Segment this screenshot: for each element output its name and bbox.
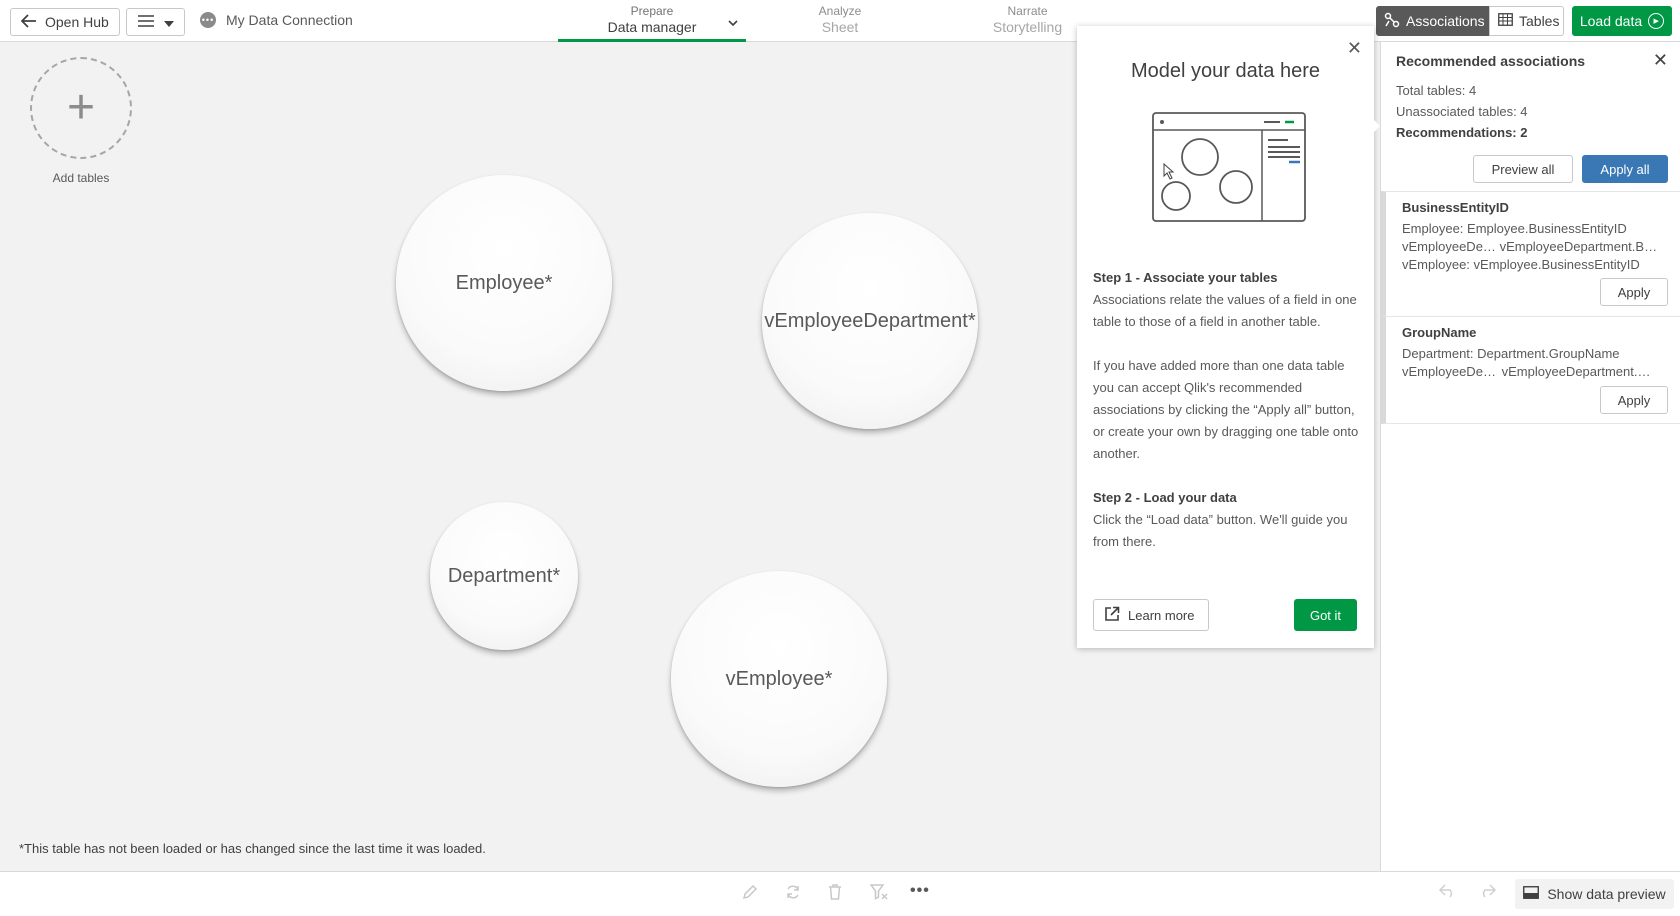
- step1-text: Associations relate the values of a fiel…: [1093, 292, 1357, 329]
- step1-text-extra: If you have added more than one data tab…: [1093, 358, 1359, 461]
- chevron-down-icon[interactable]: [728, 16, 738, 30]
- field-table: Employee:: [1402, 221, 1464, 236]
- field-name: Department.GroupName: [1477, 346, 1620, 361]
- external-link-icon: [1104, 606, 1120, 625]
- field-table: vEmployee:: [1402, 257, 1470, 272]
- tab-prepare-label: Data manager: [607, 19, 697, 35]
- popup-title: Model your data here: [1130, 60, 1320, 82]
- tab-narrate-section: Narrate: [1007, 4, 1048, 18]
- open-hub-label: Open Hub: [45, 14, 109, 30]
- plus-icon: +: [66, 81, 96, 134]
- apply-button[interactable]: Apply: [1600, 386, 1668, 414]
- show-data-preview-label: Show data preview: [1547, 886, 1666, 902]
- more-options-icon[interactable]: •••: [910, 882, 930, 900]
- popup-pointer: [1370, 116, 1380, 136]
- tab-analyze[interactable]: Analyze Sheet: [790, 0, 890, 42]
- recommendation-field: Employee: Employee.BusinessEntityID: [1402, 221, 1668, 236]
- tab-narrate-label: Storytelling: [992, 19, 1063, 35]
- add-tables-label: Add tables: [52, 171, 110, 185]
- tab-analyze-section: Analyze: [818, 4, 862, 18]
- learn-more-label: Learn more: [1128, 607, 1195, 623]
- preview-all-button[interactable]: Preview all: [1473, 155, 1573, 183]
- step2-text: Click the “Load data” button. We'll guid…: [1093, 512, 1348, 549]
- undo-icon[interactable]: [1438, 884, 1457, 903]
- learn-more-button[interactable]: Learn more: [1093, 599, 1209, 631]
- filter-clear-icon[interactable]: [869, 884, 888, 905]
- onboarding-popup: ✕ Model your data here Step 1 - Associat…: [1077, 26, 1374, 648]
- apply-button[interactable]: Apply: [1600, 278, 1668, 306]
- table-bubble-label: Department*: [447, 564, 561, 587]
- total-tables-stat: Total tables: 4: [1396, 83, 1477, 98]
- model-illustration: [1152, 112, 1308, 229]
- table-bubble-label: vEmployeeDepartment*: [764, 309, 976, 332]
- tab-analyze-label: Sheet: [821, 19, 859, 35]
- got-it-button[interactable]: Got it: [1294, 599, 1357, 631]
- associations-label: Associations: [1406, 13, 1485, 29]
- play-icon: ▶: [1648, 13, 1665, 29]
- recommendation-field: Department: Department.GroupName: [1402, 346, 1668, 361]
- tab-narrate[interactable]: Narrate Storytelling: [965, 0, 1090, 42]
- global-menu-button[interactable]: [126, 8, 185, 36]
- recommendation-name: BusinessEntityID: [1402, 200, 1509, 215]
- recommendation-item[interactable]: BusinessEntityID Employee: Employee.Busi…: [1381, 191, 1680, 316]
- connection-name: My Data Connection: [226, 12, 353, 28]
- table-bubble-vemployee[interactable]: vEmployee*: [671, 571, 887, 787]
- load-data-label: Load data: [1579, 13, 1643, 29]
- recommended-associations-panel: Recommended associations ✕ Total tables:…: [1380, 42, 1680, 871]
- panel-title: Recommended associations: [1396, 53, 1586, 69]
- recommendations-stat: Recommendations: 2: [1396, 125, 1528, 140]
- tab-prepare-section: Prepare: [630, 4, 674, 18]
- field-name: vEmployeeDepartment.B…: [1499, 239, 1658, 254]
- close-icon[interactable]: ✕: [1347, 38, 1362, 59]
- redo-icon[interactable]: [1478, 884, 1497, 903]
- popup-body: Step 1 - Associate your tables Associati…: [1093, 267, 1359, 575]
- field-table: Department:: [1402, 346, 1474, 361]
- caret-down-icon: [163, 14, 174, 30]
- connection-icon: •••: [200, 12, 216, 28]
- hamburger-icon: [137, 14, 154, 30]
- field-name: vEmployeeDepartment.…: [1501, 364, 1651, 379]
- field-name: vEmployee.BusinessEntityID: [1473, 257, 1640, 272]
- unloaded-footnote: *This table has not been loaded or has c…: [19, 841, 486, 856]
- step2-heading: Step 2 - Load your data: [1093, 490, 1237, 505]
- recommendation-item[interactable]: GroupName Department: Department.GroupNa…: [1381, 316, 1680, 424]
- show-data-preview-button[interactable]: Show data preview: [1515, 879, 1674, 909]
- preview-icon: [1523, 886, 1540, 902]
- arrow-left-icon: [20, 13, 37, 31]
- refresh-icon[interactable]: [785, 884, 801, 905]
- apply-all-button[interactable]: Apply all: [1582, 155, 1668, 183]
- recommendation-field: vEmployee: vEmployee.BusinessEntityID: [1402, 257, 1668, 272]
- table-bubble-department[interactable]: Department*: [430, 502, 578, 650]
- table-bubble-employee[interactable]: Employee*: [396, 175, 612, 391]
- open-hub-button[interactable]: Open Hub: [10, 8, 120, 36]
- data-connection[interactable]: ••• My Data Connection: [200, 12, 353, 28]
- associations-toggle[interactable]: Associations: [1376, 6, 1489, 36]
- recommendation-field: vEmployeeDe… vEmployeeDepartment.B…: [1402, 239, 1668, 254]
- edit-icon[interactable]: [742, 884, 758, 905]
- top-toolbar: Open Hub ••• My Data Connection Prepare …: [0, 0, 1680, 42]
- tables-toggle[interactable]: Tables: [1489, 6, 1564, 36]
- tables-label: Tables: [1519, 13, 1560, 29]
- recommendation-field: vEmployeeDep… vEmployeeDepartment.…: [1402, 364, 1668, 379]
- associations-icon: [1384, 12, 1400, 31]
- table-icon: [1498, 13, 1513, 29]
- table-bubble-vemployeedepartment[interactable]: vEmployeeDepartment*: [762, 213, 978, 429]
- bottom-toolbar: ••• Show data preview: [0, 871, 1680, 916]
- step1-heading: Step 1 - Associate your tables: [1093, 270, 1278, 285]
- table-bubble-label: vEmployee*: [725, 667, 833, 690]
- field-table: vEmployeeDep…: [1402, 364, 1498, 379]
- unassociated-tables-stat: Unassociated tables: 4: [1396, 104, 1528, 119]
- close-icon[interactable]: ✕: [1653, 50, 1668, 71]
- tab-prepare[interactable]: Prepare Data manager: [558, 0, 746, 42]
- delete-icon[interactable]: [828, 884, 842, 905]
- field-table: vEmployeeDe…: [1402, 239, 1496, 254]
- field-name: Employee.BusinessEntityID: [1467, 221, 1627, 236]
- load-data-button[interactable]: Load data ▶: [1572, 6, 1672, 36]
- table-bubble-label: Employee*: [455, 271, 553, 294]
- recommendation-name: GroupName: [1402, 325, 1477, 340]
- add-tables-button[interactable]: +: [30, 57, 132, 159]
